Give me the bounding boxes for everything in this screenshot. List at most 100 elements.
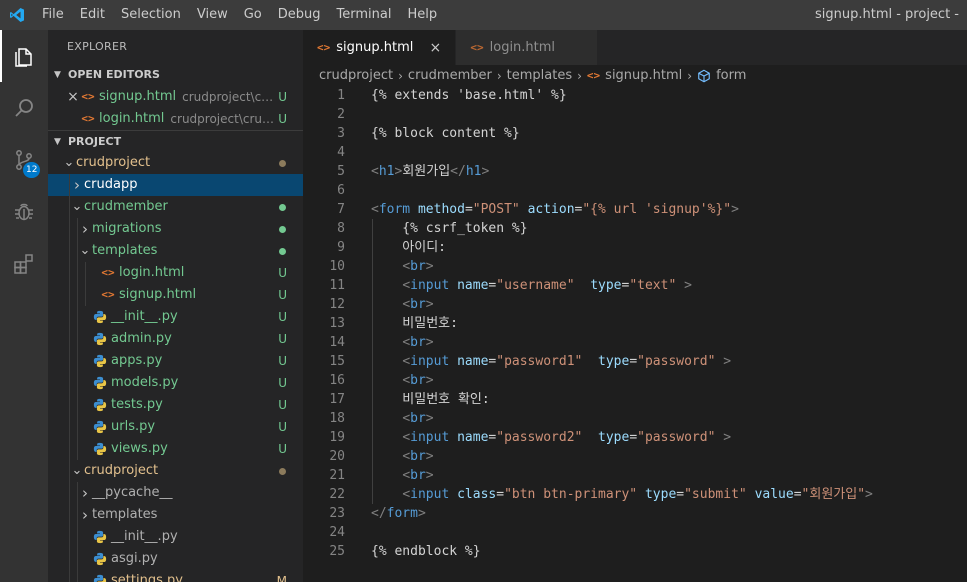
file-item-signup-html[interactable]: <> signup.html U <box>48 284 303 306</box>
menu-terminal[interactable]: Terminal <box>329 0 400 30</box>
open-editor-item-login[interactable]: <> login.html crudproject\crudm... U <box>48 108 303 130</box>
close-icon[interactable]: × <box>66 86 80 108</box>
folder-item-crudproject[interactable]: ⌄ crudproject <box>48 152 303 174</box>
extensions-activity-button[interactable] <box>0 238 48 290</box>
code-line[interactable]: 6 <box>303 181 967 200</box>
code-line[interactable]: 23 </form> <box>303 504 967 523</box>
search-activity-button[interactable] <box>0 82 48 134</box>
debug-activity-button[interactable] <box>0 186 48 238</box>
file-item-init-py[interactable]: __init__.py U <box>48 306 303 328</box>
close-icon[interactable]: × <box>427 40 443 56</box>
code-line[interactable]: 21 <br> <box>303 466 967 485</box>
code-line[interactable]: 1 {% extends 'base.html' %} <box>303 86 967 105</box>
code-line[interactable]: 15 <input name="password1" type="passwor… <box>303 352 967 371</box>
git-status: U <box>278 310 287 324</box>
breadcrumb-item[interactable]: crudproject <box>319 65 393 87</box>
open-editors-header[interactable]: ▼ OPEN EDITORS <box>48 64 303 86</box>
python-file-icon <box>92 354 108 368</box>
code-line[interactable]: 20 <br> <box>303 447 967 466</box>
search-icon <box>15 99 33 117</box>
file-item-tests-py[interactable]: tests.py U <box>48 394 303 416</box>
code-line[interactable]: 7 <form method="POST" action="{% url 'sig… <box>303 200 967 219</box>
code-line[interactable]: 9 아이디: <box>303 238 967 257</box>
code-editor[interactable]: 1 {% extends 'base.html' %} 2 3 {% block con… <box>303 86 967 582</box>
git-decoration-dot <box>279 204 286 211</box>
tree-item-label: __init__.py <box>111 529 178 544</box>
explorer-activity-button[interactable] <box>0 30 48 82</box>
menu-go[interactable]: Go <box>236 0 270 30</box>
code-line[interactable]: 11 <input name="username" type="text" > <box>303 276 967 295</box>
folder-item-templates[interactable]: › templates <box>48 504 303 526</box>
code-line[interactable]: 2 <box>303 105 967 124</box>
code-line[interactable]: 16 <br> <box>303 371 967 390</box>
file-item-login-html[interactable]: <> login.html U <box>48 262 303 284</box>
open-editor-name: signup.html <box>99 89 177 104</box>
code-line[interactable]: 17 비밀번호 확인: <box>303 390 967 409</box>
menu-help[interactable]: Help <box>399 0 445 30</box>
code-text: <br> <box>402 449 434 464</box>
source-control-activity-button[interactable]: 12 <box>0 134 48 186</box>
tree-item-label: crudproject <box>76 155 151 170</box>
python-file-icon <box>92 552 108 566</box>
file-item-models-py[interactable]: models.py U <box>48 372 303 394</box>
activity-bar: 12 <box>0 30 48 582</box>
folder-item-migrations[interactable]: › migrations <box>48 218 303 240</box>
code-line[interactable]: 8 {% csrf_token %} <box>303 219 967 238</box>
python-file-icon <box>92 398 108 412</box>
html-file-icon: <> <box>81 90 95 103</box>
project-header[interactable]: ▼ PROJECT <box>48 130 303 152</box>
chevron-down-icon: ▼ <box>54 70 61 80</box>
file-item-init-py[interactable]: __init__.py <box>48 526 303 548</box>
code-line[interactable]: 24 <box>303 523 967 542</box>
breadcrumb-item[interactable]: form <box>716 65 746 87</box>
folder-item-crudapp[interactable]: › crudapp <box>48 174 303 196</box>
line-number: 2 <box>337 107 345 122</box>
folder-item-crudmember[interactable]: ⌄ crudmember <box>48 196 303 218</box>
git-decoration-dot <box>279 226 286 233</box>
menu-debug[interactable]: Debug <box>270 0 329 30</box>
file-item-urls-py[interactable]: urls.py U <box>48 416 303 438</box>
menu-file[interactable]: File <box>34 0 72 30</box>
code-line[interactable]: 3 {% block content %} <box>303 124 967 143</box>
code-line[interactable]: 22 <input class="btn btn-primary" type="… <box>303 485 967 504</box>
code-text: {% csrf_token %} <box>371 221 528 236</box>
code-line[interactable]: 25 {% endblock %} <box>303 542 967 561</box>
code-line[interactable]: 14 <br> <box>303 333 967 352</box>
tab-signup-html[interactable]: <> signup.html × <box>303 30 457 65</box>
code-line[interactable]: 19 <input name="password2" type="passwor… <box>303 428 967 447</box>
file-tree: ⌄ crudproject › crudapp ⌄ crudmember › migratio… <box>48 152 303 582</box>
code-line[interactable]: 12 <br> <box>303 295 967 314</box>
code-line[interactable]: 5 <h1>회원가입</h1> <box>303 162 967 181</box>
tree-item-label: admin.py <box>111 331 172 346</box>
line-number: 6 <box>337 183 345 198</box>
breadcrumb-item[interactable]: signup.html <box>605 65 682 87</box>
python-file-icon <box>92 332 108 346</box>
code-line[interactable]: 4 <box>303 143 967 162</box>
folder-item-pycache[interactable]: › __pycache__ <box>48 482 303 504</box>
file-item-apps-py[interactable]: apps.py U <box>48 350 303 372</box>
code-line[interactable]: 13 비밀번호: <box>303 314 967 333</box>
line-number: 12 <box>329 297 345 312</box>
breadcrumb-item[interactable]: templates <box>507 65 572 87</box>
tab-login-html[interactable]: <> login.html <box>456 30 599 65</box>
code-line[interactable]: 18 <br> <box>303 409 967 428</box>
breadcrumb-item[interactable]: crudmember <box>408 65 492 87</box>
html-file-icon: <> <box>470 41 484 54</box>
open-editor-item-signup[interactable]: × <> signup.html crudproject\crud... U <box>48 86 303 108</box>
git-status: U <box>278 442 287 456</box>
file-item-admin-py[interactable]: admin.py U <box>48 328 303 350</box>
menu-selection[interactable]: Selection <box>113 0 189 30</box>
folder-item-templates[interactable]: ⌄ templates <box>48 240 303 262</box>
file-item-views-py[interactable]: views.py U <box>48 438 303 460</box>
menu-edit[interactable]: Edit <box>72 0 113 30</box>
menu-view[interactable]: View <box>189 0 236 30</box>
tree-item-label: __init__.py <box>111 309 178 324</box>
code-line[interactable]: 10 <br> <box>303 257 967 276</box>
line-number: 11 <box>329 278 345 293</box>
folder-item-crudproject[interactable]: ⌄ crudproject <box>48 460 303 482</box>
file-item-settings-py[interactable]: settings.py M <box>48 570 303 582</box>
file-item-asgi-py[interactable]: asgi.py <box>48 548 303 570</box>
line-number: 13 <box>329 316 345 331</box>
code-text: <form method="POST" action="{% url 'sign… <box>371 202 739 217</box>
chevron-right-icon: › <box>577 69 582 83</box>
